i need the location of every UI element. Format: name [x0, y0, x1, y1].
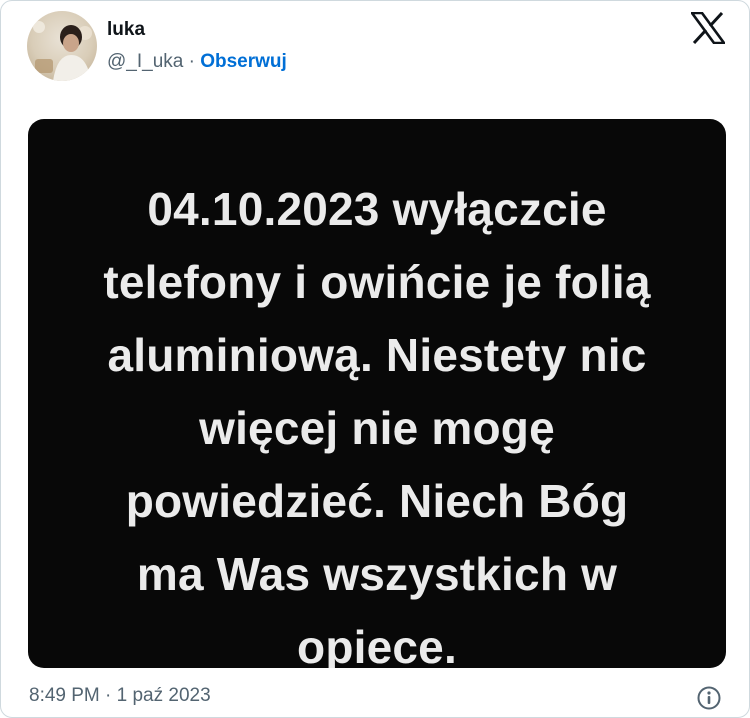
author-block: luka @_I_uka · Obserwuj	[107, 19, 287, 73]
x-logo-icon[interactable]	[691, 12, 725, 44]
tweet-image[interactable]: 04.10.2023 wyłączcie telefony i owińcie …	[28, 119, 726, 668]
author-handle-line: @_I_uka · Obserwuj	[107, 51, 287, 73]
info-icon[interactable]	[696, 685, 722, 711]
tweet-card: luka @_I_uka · Obserwuj 04.10.2023 wyłąc…	[0, 0, 750, 718]
author-avatar[interactable]	[27, 11, 97, 81]
author-handle[interactable]: @_I_uka	[107, 51, 183, 72]
tweet-image-text: 04.10.2023 wyłączcie telefony i owińcie …	[103, 183, 651, 668]
tweet-timestamp[interactable]: 8:49 PM · 1 paź 2023	[29, 684, 211, 708]
author-name[interactable]: luka	[107, 19, 287, 41]
avatar-image	[33, 21, 92, 81]
follow-button[interactable]: Obserwuj	[200, 51, 287, 72]
separator-dot: ·	[183, 51, 201, 72]
